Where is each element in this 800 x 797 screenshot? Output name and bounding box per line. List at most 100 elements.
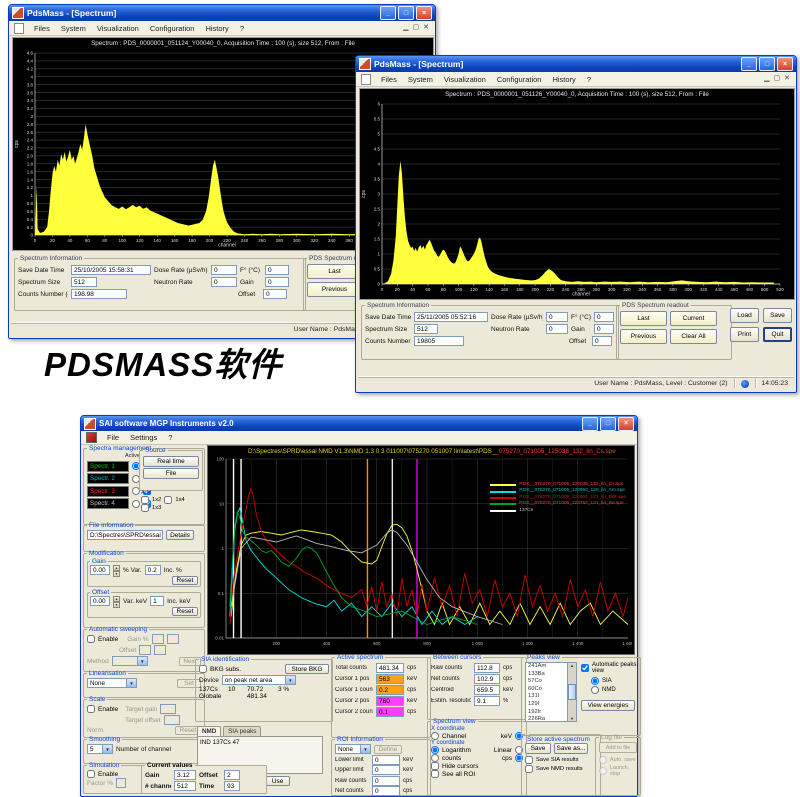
simulation-enable-checkbox[interactable] <box>87 770 95 778</box>
menu-item[interactable]: ? <box>239 24 245 33</box>
close-button[interactable]: × <box>777 57 793 71</box>
save-as-button[interactable]: Save as... <box>554 743 588 754</box>
previous-button[interactable]: Previous <box>307 282 362 297</box>
counts-number-field[interactable]: 198.98 <box>71 289 127 299</box>
add-1x2-checkbox[interactable] <box>141 496 149 504</box>
use-button[interactable]: Use <box>266 776 290 786</box>
offset-field[interactable]: 0 <box>592 336 612 346</box>
peaks-scrollbar[interactable]: ▲▼ <box>567 663 576 721</box>
gain-spinner[interactable]: ▲▼ <box>113 565 120 575</box>
last-button[interactable]: Last <box>620 311 667 326</box>
minimize-button[interactable]: _ <box>582 417 598 431</box>
peaks-list-item[interactable]: 60Co <box>526 686 568 694</box>
neutron-rate-field[interactable]: 0 <box>546 324 568 334</box>
menu-item[interactable]: Settings <box>129 433 158 442</box>
file-source-button[interactable]: File <box>143 468 199 479</box>
peaks-list[interactable]: ▲▼ 241Am133Ba57Co60Co131I129I192Ir226Ra1… <box>525 662 577 722</box>
menu-item[interactable]: System <box>407 75 434 84</box>
auto-peaks-checkbox[interactable] <box>581 664 589 672</box>
gain-value-field[interactable]: 0.00 <box>90 565 110 575</box>
sweeping-enable-checkbox[interactable] <box>87 635 95 643</box>
peaks-nmd-radio[interactable] <box>591 686 599 694</box>
menu-item[interactable]: ? <box>586 75 592 84</box>
menu-item[interactable]: Files <box>380 75 398 84</box>
details-button[interactable]: Details <box>166 530 194 540</box>
roi-dropdown[interactable]: None▼ <box>335 744 371 754</box>
quit-button[interactable]: Quit <box>763 327 792 342</box>
title-bar[interactable]: PdsMass - [Spectrum] _ □ × <box>9 5 435 21</box>
minimize-button[interactable]: _ <box>380 6 396 20</box>
smoothing-dropdown[interactable]: 5▼ <box>87 744 113 754</box>
menu-item[interactable]: System <box>60 24 87 33</box>
real-time-button[interactable]: Real time <box>143 456 199 467</box>
menu-item[interactable]: Visualization <box>96 24 140 33</box>
close-button[interactable]: × <box>416 6 432 20</box>
tab-sia-peaks[interactable]: SIA peaks <box>223 726 261 736</box>
menu-item[interactable]: Files <box>33 24 51 33</box>
previous-button[interactable]: Previous <box>620 329 667 344</box>
peaks-list-item[interactable]: 192Ir <box>526 709 568 717</box>
value-field[interactable]: 481.34 <box>376 663 404 673</box>
menu-item[interactable]: Configuration <box>496 75 543 84</box>
save-button[interactable]: Save <box>763 308 792 323</box>
maximize-button[interactable]: □ <box>398 6 414 20</box>
view-energies-button[interactable]: View energies <box>581 700 635 711</box>
value-field[interactable]: 563 <box>376 674 404 684</box>
y-counts-radio[interactable] <box>431 754 439 762</box>
menu-item[interactable]: File <box>106 433 120 442</box>
linearisation-dropdown[interactable]: None▼ <box>87 678 137 688</box>
gain-field[interactable]: 0 <box>265 277 289 287</box>
peaks-list-item[interactable]: 57Co <box>526 678 568 686</box>
value-field[interactable]: 0 <box>372 776 400 786</box>
offset-field[interactable]: 0 <box>263 289 287 299</box>
peaks-list-item[interactable]: 226Ra <box>526 716 568 722</box>
save-nmd-results-checkbox[interactable] <box>525 765 533 773</box>
save-date-field[interactable]: 25/11/2005 05:52:16 <box>414 312 488 322</box>
minimize-button[interactable]: _ <box>741 57 757 71</box>
peaks-list-item[interactable]: 241Am <box>526 663 568 671</box>
offset-spinner[interactable]: ▲▼ <box>113 596 120 606</box>
counts-number-field[interactable]: 19805 <box>414 336 464 346</box>
peaks-list-item[interactable]: 133Ba <box>526 671 568 679</box>
device-dropdown[interactable]: on peak net area▼ <box>222 675 296 685</box>
see-all-roi-checkbox[interactable] <box>431 770 439 778</box>
dose-rate-field[interactable]: 0 <box>546 312 568 322</box>
add-1x4-checkbox[interactable] <box>164 496 172 504</box>
save-date-field[interactable]: 25/10/2005 15:58:31 <box>71 265 151 275</box>
tab-nmd[interactable]: NMD <box>197 726 221 736</box>
dose-rate-field[interactable]: 0 <box>211 265 237 275</box>
add-1x3-checkbox[interactable] <box>141 504 149 512</box>
menu-item[interactable]: History <box>204 24 229 33</box>
bkg-subs-checkbox[interactable] <box>199 665 207 673</box>
mdi-controls[interactable]: ▁▢✕ <box>764 74 790 82</box>
print-button[interactable]: Print <box>730 327 759 342</box>
scale-enable-checkbox[interactable] <box>87 705 95 713</box>
gain-reset-button[interactable]: Reset <box>172 576 198 585</box>
mdi-controls[interactable]: ▁▢✕ <box>403 23 429 31</box>
y-log-radio[interactable] <box>431 746 439 754</box>
store-bkg-button[interactable]: Store BKG <box>285 664 329 674</box>
last-button[interactable]: Last <box>307 264 362 279</box>
maximize-button[interactable]: □ <box>759 57 775 71</box>
value-field[interactable]: 760 <box>376 696 404 706</box>
offset-inc-field[interactable]: 1 <box>150 596 164 606</box>
current-button[interactable]: Current <box>670 311 717 326</box>
peaks-list-item[interactable]: 131I <box>526 693 568 701</box>
spectrum-size-field[interactable]: 512 <box>414 324 438 334</box>
title-bar[interactable]: PdsMass - [Spectrum] _ □ × <box>356 56 796 72</box>
offset-reset-button[interactable]: Reset <box>172 607 198 616</box>
gain-field[interactable]: 0 <box>594 324 614 334</box>
spectrum-size-field[interactable]: 512 <box>71 277 97 287</box>
value-field[interactable]: 0 <box>372 786 400 796</box>
peaks-sia-radio[interactable] <box>591 677 599 685</box>
value-field[interactable]: 0 <box>372 755 400 765</box>
offset-value-field[interactable]: 0.00 <box>90 596 110 606</box>
menu-item[interactable]: Visualization <box>443 75 487 84</box>
spectrum-active-radio[interactable] <box>132 500 140 508</box>
file-path-field[interactable]: D:\Spectres\SPRD\essai N <box>87 530 163 540</box>
temperature-field[interactable]: 0 <box>594 312 614 322</box>
load-button[interactable]: Load <box>730 308 759 323</box>
neutron-rate-field[interactable]: 0 <box>211 277 237 287</box>
title-bar[interactable]: SAI software MGP Instruments v2.0 _ □ × <box>81 416 637 431</box>
temperature-field[interactable]: 0 <box>265 265 289 275</box>
